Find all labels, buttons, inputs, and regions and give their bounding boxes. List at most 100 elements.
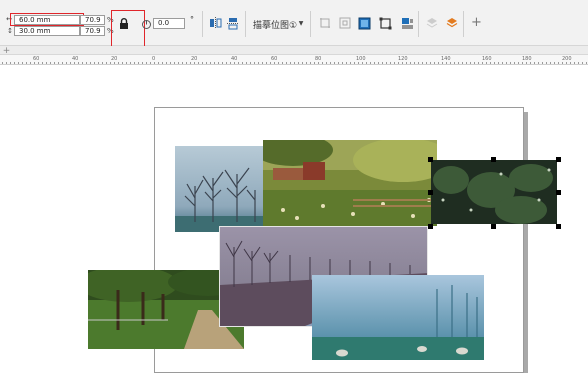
ruler-tick: [170, 62, 171, 64]
ruler-tick: [262, 62, 263, 64]
ruler-tick: [342, 62, 343, 64]
ruler-tick: [418, 62, 419, 64]
ruler-tick: [86, 62, 87, 64]
ruler-tick: [146, 62, 147, 64]
ruler-tick: [158, 62, 159, 64]
selection-handle-top[interactable]: [491, 157, 496, 162]
property-bar: ↔ 60.0 mm ↕ 30.0 mm 70.9 70.9 % % 0.0 °: [0, 0, 588, 47]
ruler-tick: [446, 62, 447, 64]
ruler-tick: [10, 62, 11, 64]
ruler-tick: [422, 62, 423, 64]
scale-x-field[interactable]: 70.9: [80, 15, 105, 25]
ruler-tick: [258, 62, 259, 64]
ruler-tick: [546, 62, 547, 64]
selection-handle-right[interactable]: [556, 190, 561, 195]
ruler-tick: [534, 62, 535, 64]
ruler-tick: [322, 62, 323, 64]
layers-disabled-icon[interactable]: [425, 16, 439, 30]
ruler-tick: [14, 62, 15, 64]
height-field[interactable]: 30.0 mm: [14, 26, 80, 36]
resample-icon[interactable]: [338, 16, 352, 30]
ruler-tick: [210, 62, 211, 64]
new-tab-icon[interactable]: +: [2, 46, 11, 56]
ruler-tick: [338, 62, 339, 64]
selection-handle-left[interactable]: [428, 190, 433, 195]
ruler-tick: [514, 62, 515, 64]
trace-bitmap-button[interactable]: 描摹位图①: [253, 18, 297, 31]
edit-bitmap-icon[interactable]: [357, 16, 371, 30]
order-icon[interactable]: [445, 16, 459, 30]
ruler-tick: [190, 62, 191, 64]
ruler-tick: [66, 62, 67, 64]
mirror-vertical-icon[interactable]: [226, 16, 240, 30]
ruler-tick: [142, 62, 143, 64]
ruler-tick: [106, 62, 107, 64]
ruler-tick: [166, 62, 167, 64]
selection-handle-top-right[interactable]: [556, 157, 561, 162]
horizontal-ruler[interactable]: 60 40 20 0 20 40 60 80 100 120 140 160 180 200: [0, 55, 588, 65]
ruler-tick: [42, 62, 43, 64]
ruler-tick: [150, 62, 151, 64]
ruler-tick: [82, 62, 83, 64]
add-button[interactable]: +: [471, 15, 482, 30]
ruler-tick: [30, 62, 31, 64]
photo-garden-house[interactable]: [263, 140, 437, 226]
rotate-icon: [140, 18, 152, 30]
selection-handle-bottom[interactable]: [491, 224, 496, 229]
ruler-tick: [430, 62, 431, 64]
ruler-tick: [22, 62, 23, 64]
ruler-tick: [554, 62, 555, 64]
ruler-tick: [186, 62, 187, 64]
corel-window: ↔ 60.0 mm ↕ 30.0 mm 70.9 70.9 % % 0.0 °: [0, 0, 588, 373]
photo-foggy-trees[interactable]: [175, 146, 263, 232]
rotation-field[interactable]: 0.0: [153, 18, 185, 29]
ruler-tick: [362, 62, 363, 64]
photo-sheep-meadow[interactable]: [312, 275, 484, 360]
ruler-tick: [414, 62, 415, 64]
ruler-tick: [586, 62, 587, 64]
ruler-tick: [386, 62, 387, 64]
text-wrap-icon[interactable]: [400, 16, 414, 30]
ruler-tick: [294, 62, 295, 64]
ruler-tick: [402, 62, 403, 64]
ruler-tick: [542, 62, 543, 64]
ruler-tick: [182, 62, 183, 64]
ruler-tick: [582, 62, 583, 64]
scale-y-field[interactable]: 70.9: [80, 26, 105, 36]
frame-icon[interactable]: [378, 16, 392, 30]
ruler-tick: [310, 62, 311, 64]
ruler-tick: [358, 62, 359, 64]
ruler-tick: [394, 62, 395, 64]
crop-bitmap-icon[interactable]: [318, 16, 332, 30]
ruler-tick: [550, 62, 551, 64]
mirror-horizontal-icon[interactable]: [208, 16, 222, 30]
ruler-tick: [254, 62, 255, 64]
ruler-tick: [382, 62, 383, 64]
ruler-tick: [354, 62, 355, 64]
ruler-tick: [38, 62, 39, 64]
ruler-tick: [222, 62, 223, 64]
ruler-tick: [538, 62, 539, 64]
ruler-tick: [486, 62, 487, 64]
ruler-tick: [466, 62, 467, 64]
selection-handle-bottom-right[interactable]: [556, 224, 561, 229]
ruler-tick: [138, 62, 139, 64]
separator: [202, 11, 203, 37]
photo-dark-forest[interactable]: [431, 160, 557, 224]
lock-ratio-icon[interactable]: [118, 17, 130, 31]
ruler-tick: [562, 62, 563, 64]
ruler-tick: [2, 62, 3, 64]
ruler-tick: [378, 62, 379, 64]
selection-handle-bottom-left[interactable]: [428, 224, 433, 229]
chevron-down-icon[interactable]: ▼: [298, 20, 304, 27]
ruler-tick: [502, 62, 503, 64]
ruler-tick: [330, 62, 331, 64]
ruler-tick: [558, 62, 559, 64]
ruler-tick: [574, 62, 575, 64]
selection-handle-top-left[interactable]: [428, 157, 433, 162]
ruler-tick: [370, 62, 371, 64]
separator: [245, 11, 246, 37]
ruler-tick: [126, 62, 127, 64]
ruler-tick: [74, 62, 75, 64]
ruler-tick: [426, 62, 427, 64]
